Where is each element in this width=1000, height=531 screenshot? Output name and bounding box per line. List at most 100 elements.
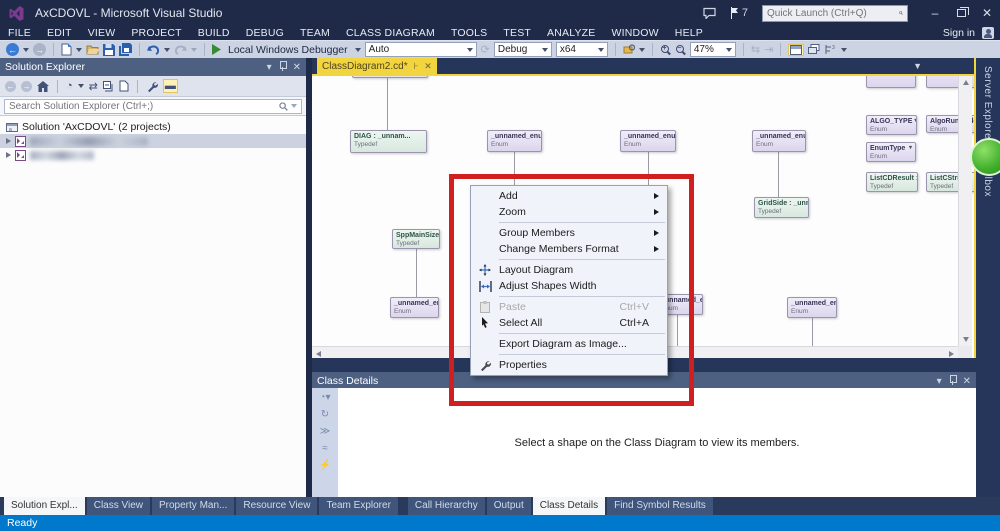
sign-in-link[interactable]: Sign in <box>943 27 975 39</box>
layout-diagram-toolbar-icon[interactable]: ⇆ <box>751 43 760 56</box>
menu-item-export-diagram[interactable]: Export Diagram as Image... <box>471 336 667 352</box>
redo-button[interactable] <box>174 44 187 55</box>
tab-class-view[interactable]: Class View <box>87 497 150 515</box>
tab-team-explorer[interactable]: Team Explorer <box>319 497 397 515</box>
search-options-dropdown-icon[interactable] <box>291 104 297 108</box>
toolbar-overflow-icon-2[interactable] <box>841 48 847 52</box>
new-file-dropdown-icon[interactable] <box>76 48 82 52</box>
menu-item-group-members[interactable]: Group Members <box>471 225 667 241</box>
project-node-1[interactable] <box>0 134 306 148</box>
zoom-in-button[interactable]: + <box>660 44 671 55</box>
members-format-toolbar-icon[interactable]: 3 <box>824 44 837 55</box>
project-node-2[interactable] <box>0 148 306 162</box>
tab-resource-view[interactable]: Resource View <box>236 497 317 515</box>
sync-icon[interactable]: ⟳ <box>481 43 490 56</box>
window-position-icon[interactable]: ▾ <box>267 62 272 73</box>
menu-item-select-all[interactable]: Select AllCtrl+A <box>471 315 667 331</box>
class-shape-listcdresult[interactable]: ListCDResult : st... Typedef <box>866 172 918 192</box>
menu-team[interactable]: TEAM <box>292 27 338 39</box>
menu-debug[interactable]: DEBUG <box>238 27 292 39</box>
start-debug-button[interactable]: Local Windows Debugger <box>228 44 348 56</box>
filter-dropdown-icon[interactable] <box>78 84 84 88</box>
close-panel-icon[interactable]: ✕ <box>293 62 301 73</box>
navigate-forward-button[interactable]: → <box>33 43 46 56</box>
zoom-level-dropdown[interactable]: 47% <box>690 42 736 57</box>
navigate-back-dropdown-icon[interactable] <box>23 48 29 52</box>
menu-file[interactable]: FILE <box>0 27 39 39</box>
menu-item-layout-diagram[interactable]: Layout Diagram <box>471 262 667 278</box>
menu-class-diagram[interactable]: CLASS DIAGRAM <box>338 27 443 39</box>
sync-with-active-document-icon[interactable]: ⇄ <box>89 80 98 93</box>
quick-launch-input[interactable] <box>767 8 899 19</box>
home-icon[interactable] <box>37 81 49 92</box>
menu-edit[interactable]: EDIT <box>39 27 80 39</box>
canvas-vertical-scrollbar[interactable] <box>958 76 972 346</box>
scroll-down-icon[interactable] <box>963 337 969 342</box>
menu-item-change-members-format[interactable]: Change Members Format <box>471 241 667 257</box>
collapse-shape-icon[interactable]: ▾ <box>914 117 917 126</box>
tab-solution-explorer[interactable]: Solution Expl... <box>4 497 85 515</box>
tab-class-details[interactable]: Class Details <box>533 497 605 515</box>
solution-explorer-title-bar[interactable]: Solution Explorer ▾ ✕ <box>0 58 306 76</box>
document-tab-classdiagram2[interactable]: ClassDiagram2.cd* ⊦ ✕ <box>317 58 437 74</box>
tab-output[interactable]: Output <box>487 497 531 515</box>
pin-tab-icon[interactable]: ⊦ <box>414 61 419 72</box>
window-position-icon[interactable]: ▾ <box>937 376 942 387</box>
class-shape-enum[interactable]: _unnamed_enu...▾ Enum <box>487 130 542 152</box>
new-file-button[interactable] <box>61 43 72 56</box>
menu-window[interactable]: WINDOW <box>604 27 667 39</box>
new-member-dropdown-icon[interactable]: ◔▾ <box>319 393 330 403</box>
properties-wrench-icon[interactable] <box>146 80 158 92</box>
start-debug-dropdown-icon[interactable] <box>355 48 361 52</box>
class-shape-sppmainsize[interactable]: SppMainSize : _... Typedef <box>392 229 440 249</box>
pending-changes-filter-icon[interactable]: ◔ <box>66 80 73 92</box>
auto-hide-pin-icon[interactable] <box>279 61 286 74</box>
class-shape-enumtype[interactable]: EnumType▾ Enum <box>866 142 916 162</box>
menu-view[interactable]: VIEW <box>80 27 124 39</box>
class-shape-algo-type[interactable]: ALGO_TYPE▾ Enum <box>866 115 917 135</box>
navigate-back-button[interactable]: ← <box>6 43 19 56</box>
class-shape-enum[interactable]: Enum <box>866 74 916 88</box>
class-shape-enum[interactable]: _unnamed_enu...▾ Enum <box>752 130 806 152</box>
menu-build[interactable]: BUILD <box>190 27 238 39</box>
platform-dropdown[interactable]: Auto <box>365 42 477 57</box>
scroll-right-icon[interactable] <box>949 351 954 357</box>
se-back-button[interactable]: ← <box>5 81 16 92</box>
group-members-toolbar-icon[interactable] <box>808 44 820 55</box>
class-shape-enum[interactable]: _unnamed_enu...▾ Enum <box>390 297 439 318</box>
architecture-dropdown[interactable]: x64 <box>556 42 608 57</box>
adjust-width-toolbar-icon[interactable]: ⇥ <box>764 43 773 56</box>
class-shape-gridside[interactable]: GridSide : _unn... Typedef <box>754 197 809 218</box>
add-field-icon[interactable]: ≈ <box>322 444 328 454</box>
menu-item-zoom[interactable]: Zoom <box>471 204 667 220</box>
preview-selected-icon[interactable] <box>119 80 129 92</box>
class-details-toggle-icon[interactable] <box>788 44 804 56</box>
expand-icon[interactable] <box>6 138 11 144</box>
open-file-button[interactable] <box>86 44 99 55</box>
menu-item-properties[interactable]: Properties <box>471 357 667 373</box>
close-button[interactable]: ✕ <box>974 6 1000 20</box>
notifications-flag-icon[interactable]: 7 <box>730 7 748 19</box>
add-method-icon[interactable]: ↻ <box>321 410 329 420</box>
tab-call-hierarchy[interactable]: Call Hierarchy <box>408 497 485 515</box>
menu-analyze[interactable]: ANALYZE <box>539 27 603 39</box>
user-avatar-icon[interactable] <box>982 27 994 39</box>
quick-launch-box[interactable] <box>762 5 908 22</box>
solution-search-box[interactable] <box>4 99 302 114</box>
class-shape[interactable] <box>352 74 428 78</box>
undo-button[interactable] <box>147 44 160 55</box>
tab-property-manager[interactable]: Property Man... <box>152 497 234 515</box>
feedback-icon[interactable] <box>703 7 716 19</box>
collapse-shape-icon[interactable]: ▾ <box>909 144 912 153</box>
close-panel-icon[interactable]: ✕ <box>963 376 971 387</box>
find-in-diagram-icon[interactable] <box>623 44 635 55</box>
menu-test[interactable]: TEST <box>495 27 539 39</box>
menu-help[interactable]: HELP <box>667 27 711 39</box>
collapse-all-icon[interactable] <box>103 81 114 92</box>
redo-dropdown-icon[interactable] <box>191 48 197 52</box>
menu-item-add[interactable]: Add <box>471 188 667 204</box>
auto-hide-pin-icon[interactable] <box>949 375 956 388</box>
class-shape-diag[interactable]: DIAG : _unnam... Typedef <box>350 130 427 153</box>
start-debug-icon[interactable] <box>212 44 221 55</box>
menu-item-adjust-shapes-width[interactable]: Adjust Shapes Width <box>471 278 667 294</box>
